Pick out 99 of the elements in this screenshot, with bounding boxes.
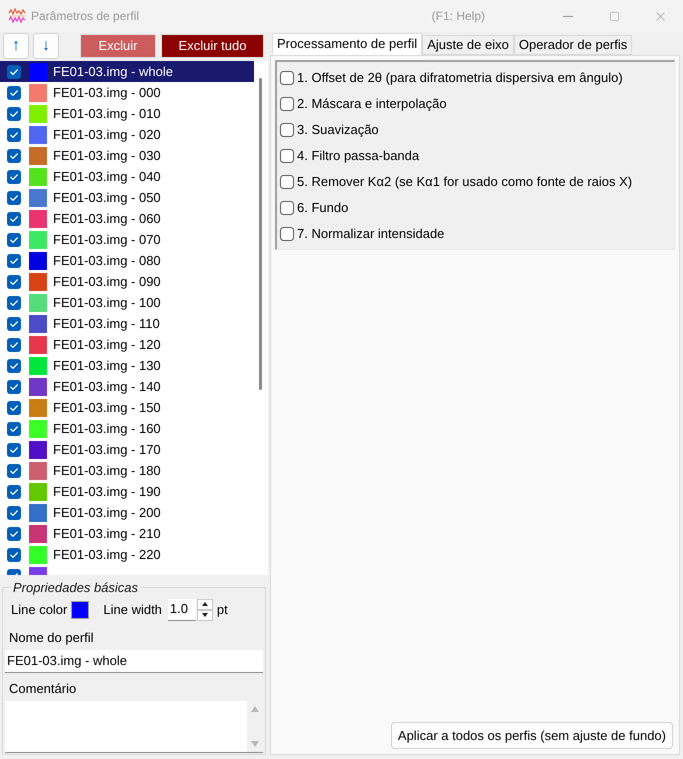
profile-name: FE01-03.img - 210 <box>53 524 161 543</box>
checkbox[interactable] <box>7 422 21 436</box>
delete-button[interactable]: Excluir <box>80 34 156 58</box>
checkbox[interactable] <box>7 170 21 184</box>
step-option[interactable]: 5. Remover Kα2 (se Kα1 for usado como fonte de raios X) <box>277 169 674 195</box>
profile-name-label: Nome do perfil <box>9 628 94 646</box>
checkbox[interactable] <box>7 380 21 394</box>
checkbox[interactable] <box>280 201 294 215</box>
profile-name: FE01-03.img - 080 <box>53 252 161 270</box>
profile-name: FE01-03.img - 030 <box>53 146 161 165</box>
checkbox[interactable] <box>7 296 21 310</box>
step-label: 2. Máscara e interpolação <box>297 95 447 114</box>
checkbox[interactable] <box>280 175 294 189</box>
spin-up-button[interactable] <box>196 598 213 610</box>
checkbox[interactable] <box>280 97 294 111</box>
checkbox[interactable] <box>7 232 21 246</box>
checkbox[interactable] <box>7 64 21 78</box>
line-width-field[interactable]: 1.0 <box>168 598 196 620</box>
step-option[interactable]: 7. Normalizar intensidade <box>277 221 674 247</box>
profile-name: FE01-03.img - 170 <box>53 440 161 459</box>
checkbox[interactable] <box>7 86 21 100</box>
checkbox[interactable] <box>7 484 21 498</box>
step-label: 7. Normalizar intensidade <box>297 225 444 244</box>
delete-all-button[interactable]: Excluir tudo <box>161 34 264 58</box>
step-option[interactable]: 3. Suavização <box>277 117 674 143</box>
comment-label: Comentário <box>9 680 76 696</box>
profile-name: FE01-03.img - 060 <box>53 210 161 228</box>
step-label: 3. Suavização <box>297 121 379 140</box>
profile-name: FE01-03.img - 130 <box>53 356 161 375</box>
profile-name: FE01-03.img - 000 <box>53 84 161 102</box>
profile-name: FE01-03.img - 040 <box>53 168 161 186</box>
checkbox[interactable] <box>7 548 21 562</box>
apply-all-button[interactable]: Aplicar a todos os perfis (sem ajuste de fundo) <box>390 722 673 749</box>
profile-name: FE01-03.img - 110 <box>53 314 160 333</box>
down-triangle-icon <box>202 613 208 617</box>
profile-name: FE01-03.img - 090 <box>53 272 161 291</box>
step-label: 5. Remover Kα2 (se Kα1 for usado como fonte de raios X) <box>297 173 632 192</box>
checkbox[interactable] <box>7 316 21 330</box>
profile-name-field[interactable]: FE01-03.img - whole <box>5 650 263 672</box>
checkbox[interactable] <box>280 123 294 137</box>
line-width-label: Line width <box>103 600 162 619</box>
checkbox[interactable] <box>7 106 21 120</box>
checkbox[interactable] <box>7 274 21 288</box>
scrollbar-thumb[interactable] <box>259 78 262 390</box>
checkbox[interactable] <box>7 190 21 204</box>
profile-name: FE01-03.img - 180 <box>53 462 161 480</box>
profile-name: FE01-03.img - 070 <box>53 230 161 249</box>
profile-name: FE01-03.img - 050 <box>53 188 161 207</box>
profile-name: FE01-03.img - 010 <box>53 104 161 123</box>
step-label: 1. Offset de 2θ (para difratometria dispersiva em ângulo) <box>297 69 623 88</box>
help-hint: (F1: Help) <box>432 8 485 25</box>
tab[interactable]: Ajuste de eixo <box>422 35 514 55</box>
checkbox[interactable] <box>7 128 21 142</box>
checkbox[interactable] <box>7 254 21 268</box>
checkbox[interactable] <box>7 400 21 414</box>
unit-label: pt <box>216 600 228 619</box>
app-logo-icon <box>8 8 26 24</box>
checkbox[interactable] <box>280 227 294 241</box>
move-up-button[interactable]: ↑ <box>3 33 29 59</box>
profile-list-item[interactable]: FE01-03.img - whole <box>0 61 254 82</box>
line-width-value: 1.0 <box>170 600 188 618</box>
spin-down-button[interactable] <box>196 610 213 620</box>
checkbox[interactable] <box>7 464 21 478</box>
window-title: Parâmetros de perfil <box>31 8 140 25</box>
profile-name: FE01-03.img - 200 <box>53 504 161 522</box>
profile-name: FE01-03.img - 150 <box>53 398 161 417</box>
profile-name: FE01-03.img - whole <box>53 62 173 81</box>
checkbox[interactable] <box>7 442 21 456</box>
move-down-button[interactable]: ↓ <box>33 33 59 59</box>
profile-name: FE01-03.img - 120 <box>53 336 161 354</box>
step-label: 4. Filtro passa-banda <box>297 147 420 166</box>
step-option[interactable]: 2. Máscara e interpolação <box>277 91 674 117</box>
profile-name: FE01-03.img - 160 <box>53 420 161 438</box>
tab[interactable]: Operador de perfis <box>514 35 632 55</box>
checkbox[interactable] <box>280 71 294 85</box>
step-option[interactable]: 4. Filtro passa-banda <box>277 143 674 169</box>
comment-field[interactable] <box>5 700 263 753</box>
checkbox[interactable] <box>7 526 21 540</box>
profile-name: FE01-03.img - 140 <box>53 378 161 396</box>
profile-name-value: FE01-03.img - whole <box>7 652 127 670</box>
line-color-label: Line color <box>11 600 68 619</box>
step-option[interactable]: 1. Offset de 2θ (para difratometria dispersiva em ângulo) <box>277 65 674 91</box>
group-title: Propriedades básicas <box>12 579 140 597</box>
profile-name: FE01-03.img - 100 <box>53 294 161 312</box>
checkbox[interactable] <box>7 358 21 372</box>
checkbox[interactable] <box>7 148 21 162</box>
line-color-swatch-icon[interactable] <box>71 600 90 618</box>
checkbox[interactable] <box>7 212 21 226</box>
step-label: 6. Fundo <box>297 199 348 218</box>
checkbox[interactable] <box>280 149 294 163</box>
checkbox[interactable] <box>7 506 21 520</box>
up-triangle-icon <box>202 602 208 606</box>
profile-name: FE01-03.img - 190 <box>53 482 161 501</box>
maximize-icon <box>608 10 620 22</box>
step-option[interactable]: 6. Fundo <box>277 195 674 221</box>
profile-name: FE01-03.img - 020 <box>53 126 161 144</box>
profile-name: FE01-03.img - 220 <box>53 546 161 564</box>
checkbox[interactable] <box>7 338 21 352</box>
tab[interactable]: Processamento de perfil <box>272 33 422 55</box>
